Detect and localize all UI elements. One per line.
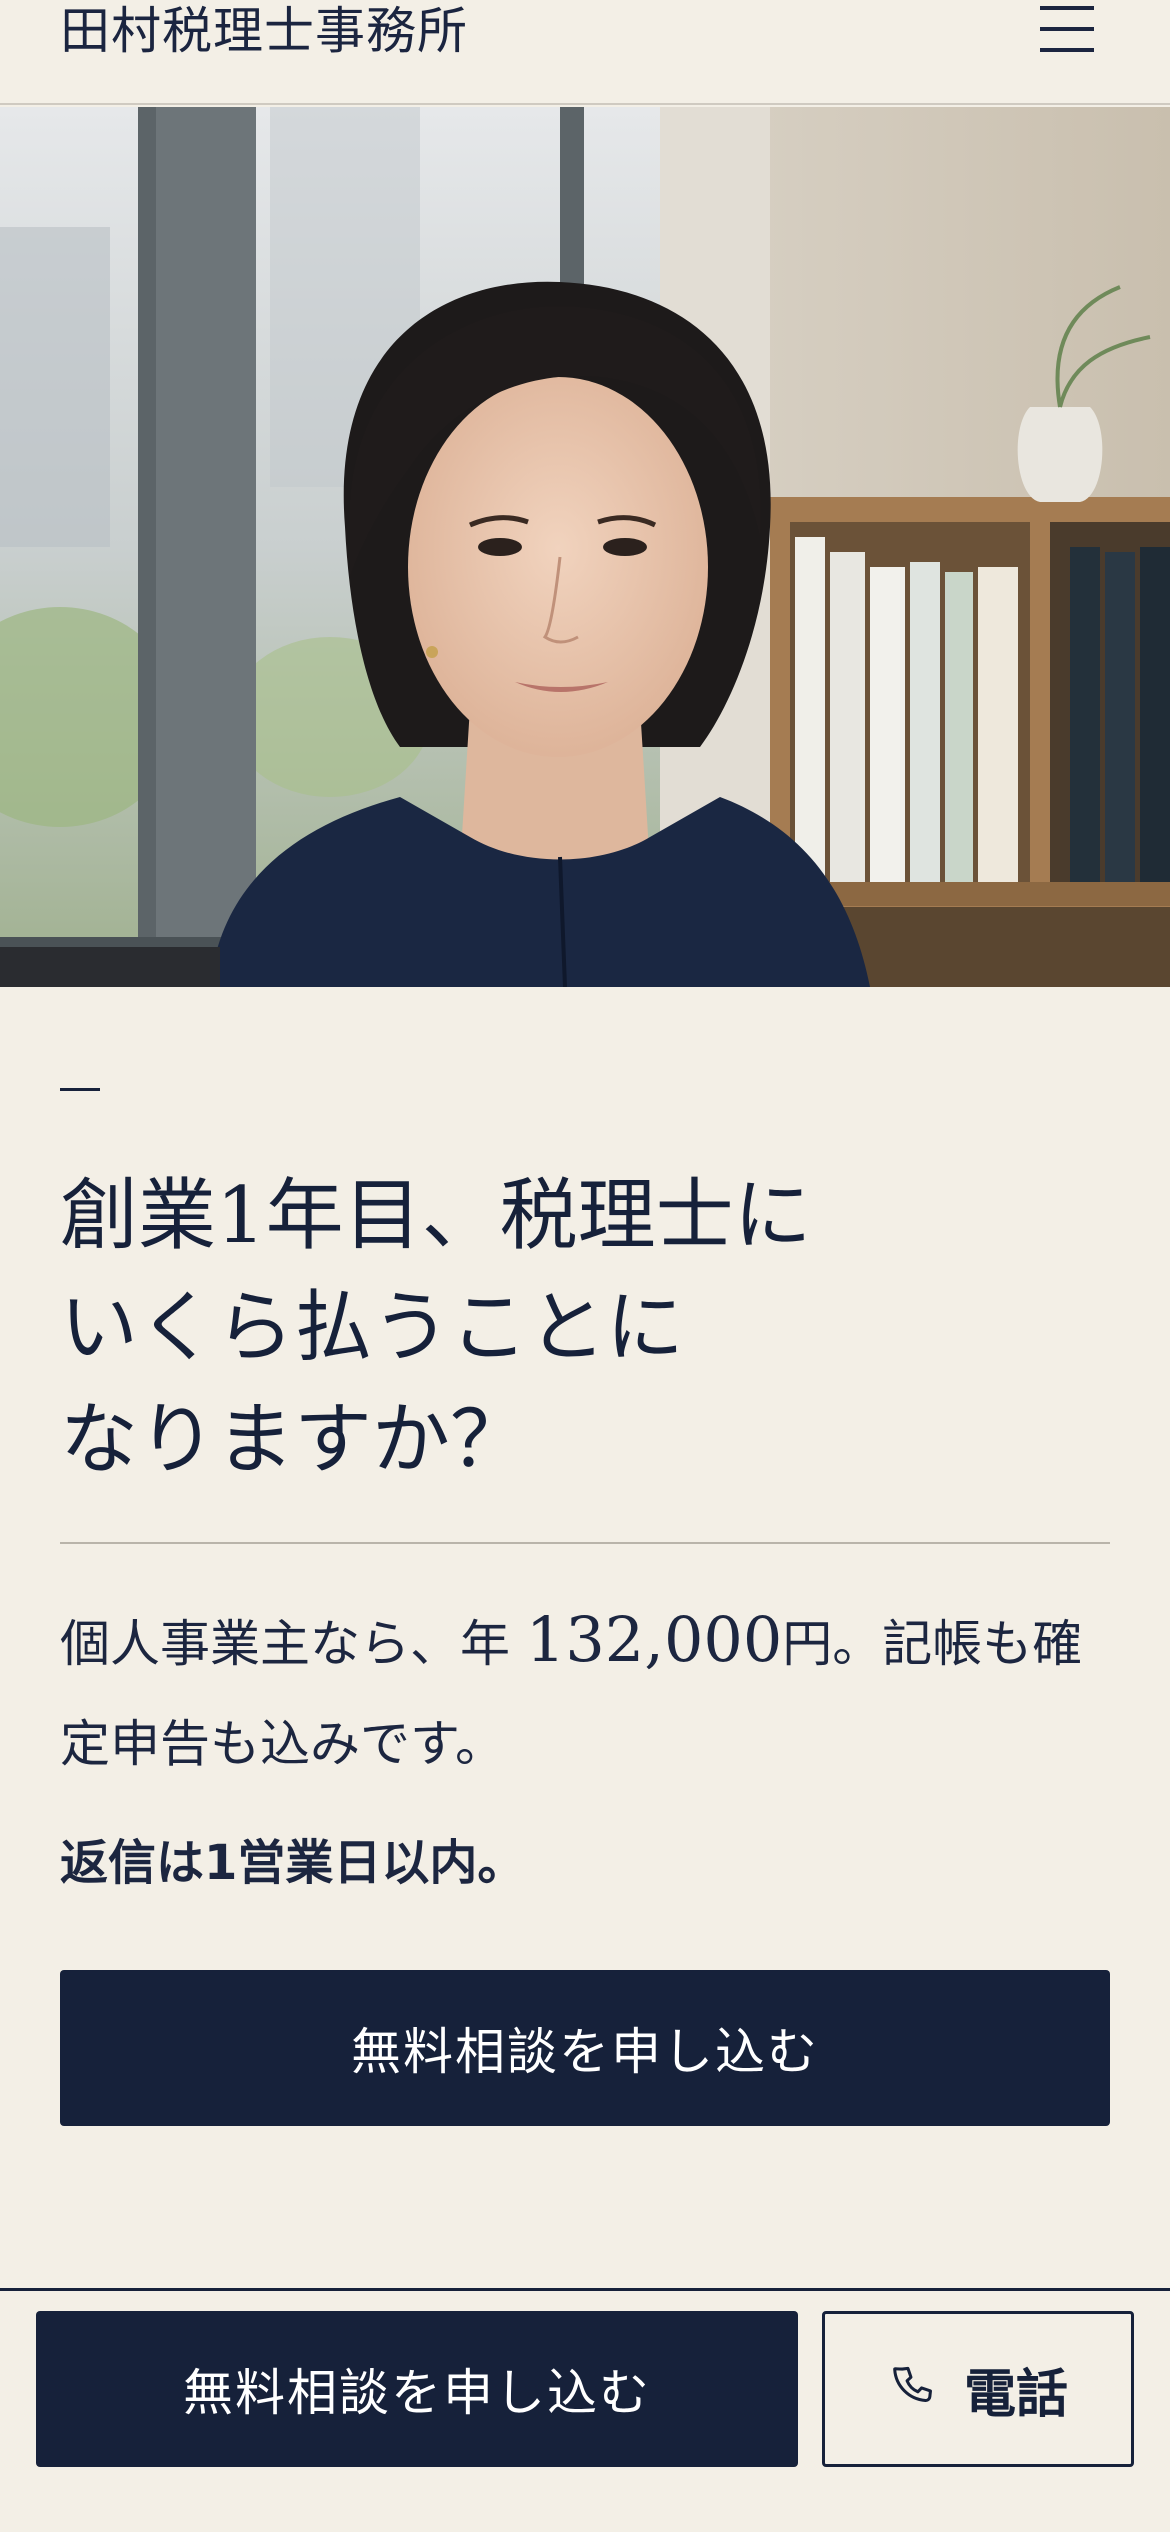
hero-photo — [0, 107, 1170, 987]
headline-line: いくら払うことに — [60, 1283, 685, 1373]
reply-note: 返信は1営業日以内。 — [60, 1835, 526, 1891]
call-button[interactable]: 電話 — [822, 2311, 1134, 2467]
sticky-action-bar: 無料相談を申し込む 電話 — [0, 2288, 1170, 2532]
page-headline: 創業1年目、税理士に いくら払うことに なりますか？ — [60, 1160, 1120, 1496]
headline-line: 創業1年目、税理士に — [60, 1171, 812, 1261]
site-header: 田村税理士事務所 — [0, 0, 1170, 105]
section-dash — [60, 1088, 100, 1091]
call-label: 電話 — [963, 2364, 1068, 2425]
phone-icon — [888, 2363, 940, 2415]
pricing-description: 個人事業主なら、年 132,000円。記帳も確定申告も込みです。 — [60, 1590, 1120, 1794]
divider — [60, 1542, 1110, 1544]
brand-name[interactable]: 田村税理士事務所 — [60, 0, 468, 62]
price-value: 132,000 — [525, 1603, 783, 1676]
hamburger-menu-icon[interactable] — [1038, 2, 1096, 56]
pricing-prefix: 個人事業主なら、年 — [60, 1615, 526, 1673]
free-consultation-button[interactable]: 無料相談を申し込む — [60, 1970, 1110, 2126]
sticky-consultation-button[interactable]: 無料相談を申し込む — [36, 2311, 798, 2467]
headline-line: なりますか？ — [60, 1395, 529, 1485]
